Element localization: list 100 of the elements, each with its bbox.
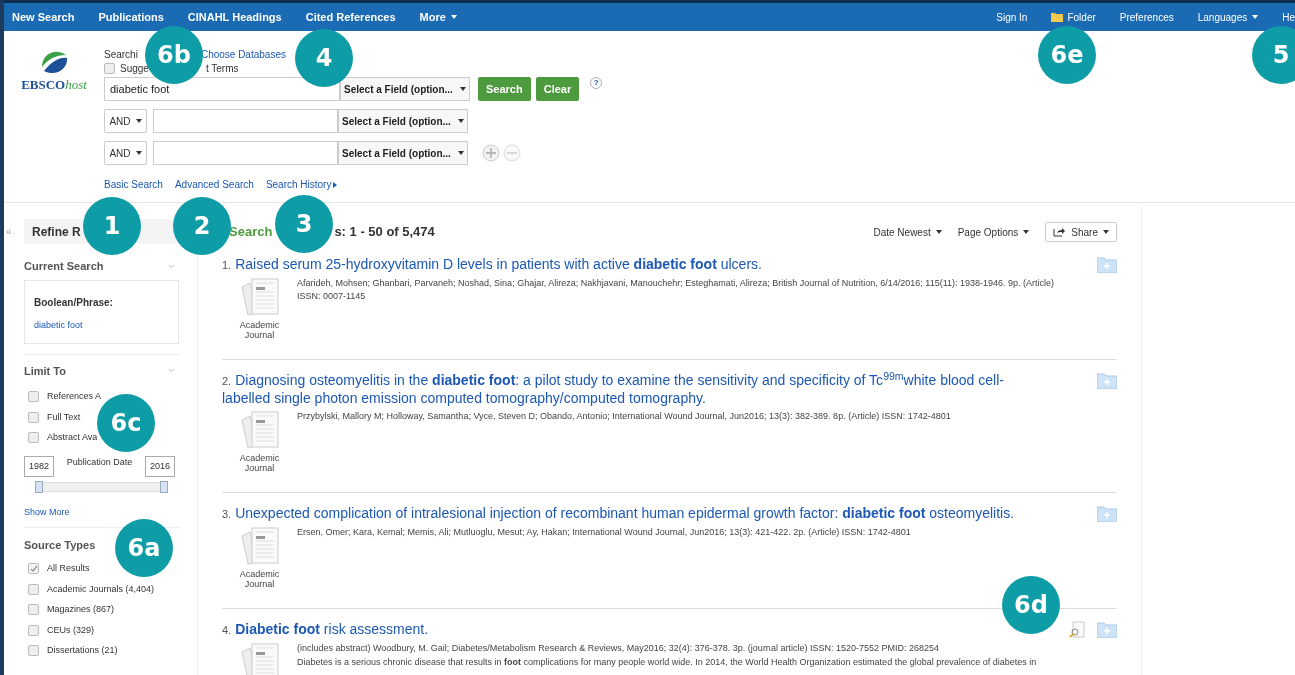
callout-marker: 6a [115,519,173,577]
result-citation: Przybylski, Mallory M; Holloway, Samantha; Vyce, Steven D; Obando, Antonio; International Wound Journal, Jun2016; 13(3): 382-389. 8p. (Article) ISSN: 1742-4801 [297,410,952,423]
document-stack-icon [239,526,280,566]
callout-marker: 6e [1038,26,1096,84]
filter-label: Dissertations (21) [47,644,118,657]
result-citation: Ersen, Omer; Kara, Kemal; Memis, Ali; Mutluoglu, Mesut; Ay, Hakan; International Wound Journal, Jun2016; 13(3): 421-422. 2p. (Article) ISSN: 1742-4801 [297,526,912,539]
caret-icon [1023,230,1030,234]
filter-label: References A [47,390,102,403]
section-heading: Current Search [24,259,104,274]
operator-select[interactable]: AND [104,141,147,165]
add-row-icon[interactable] [482,144,500,162]
date-range-label: Publication Date [66,455,133,469]
checkbox[interactable] [28,432,39,444]
nav-link[interactable]: More [419,8,457,26]
checkbox[interactable] [28,583,39,595]
checkbox[interactable] [28,624,39,636]
share-icon [1053,227,1067,237]
filter-label: Academic Journals (4,404) [47,582,155,596]
publication-type: Academic Journal [238,320,281,340]
search-mode-link[interactable]: Advanced Search [174,177,254,192]
add-to-folder-icon[interactable] [1097,256,1117,273]
date-to-field[interactable]: 2016 [144,455,175,477]
nav-link[interactable]: Publications [98,8,164,26]
callout-marker: 1 [83,197,141,255]
callout-marker: 2 [173,197,231,255]
checkbox[interactable] [28,604,39,616]
checkbox[interactable] [28,411,39,423]
callout-marker: 6d [1002,576,1060,634]
logo-text: EBSCOhost [21,76,87,94]
nav-link[interactable]: Folder [1051,9,1096,25]
publication-type: Academic Journal [238,569,281,589]
caret-icon [458,119,464,123]
operator-select[interactable]: AND [104,109,147,133]
chevron-down-icon[interactable] [168,368,175,374]
nav-link[interactable]: Languages [1197,9,1259,25]
suggest-label: Sugge [120,61,149,76]
filter-label: All Results [47,562,90,575]
result-title[interactable]: 4. Diabetic foot risk assessment. [222,621,429,639]
document-stack-icon [239,410,280,450]
caret-icon [1252,15,1259,19]
result-title[interactable]: 2. Diagnosing osteomyelitis in the diabetic foot: a pilot study to examine the sensitivity and specificity of Tc$^{99m}$white blood cell-labelled single photon emission computed tomography/computed tomography. [222,372,1017,407]
publication-type: Academic Journal [238,453,281,473]
field-select[interactable]: Select a Field (option... [338,109,468,133]
checkmark-icon [29,564,38,573]
caret-icon [135,151,142,155]
checkbox[interactable] [28,563,39,575]
remove-row-icon[interactable] [503,144,521,162]
search-input[interactable] [153,109,338,133]
field-select[interactable]: Select a Field (option... [340,77,470,101]
result-abstract: Diabetes is a serious chronic disease that results in foot complications for many people world wide. In 2014, the World Health Organization estimated the global prevalence of diabetes in [297,657,1038,667]
nav-link[interactable]: Sign In [996,9,1028,25]
nav-link[interactable]: Cited References [305,8,396,26]
suggest-label: t Terms [205,61,239,76]
show-more-link[interactable]: Show More [24,506,179,520]
folder-icon [1051,12,1064,22]
caret-icon [1103,230,1109,234]
slider-handle[interactable] [35,481,43,493]
nav-link[interactable]: He [1282,9,1295,25]
add-to-folder-icon[interactable] [1097,621,1117,638]
checkbox[interactable] [28,391,39,403]
filter-label: Full Text [47,410,81,424]
caret-icon [460,87,466,91]
results-heading: Search [229,223,273,242]
filter-label: Abstract Ava [47,431,98,444]
section-heading: Source Types [24,537,96,553]
callout-marker: 5 [1252,26,1295,84]
add-to-folder-icon[interactable] [1097,505,1117,522]
date-from-field[interactable]: 1982 [24,455,55,477]
filter-label: Magazines (867) [47,603,115,616]
query-label: Boolean/Phrase: [34,295,114,310]
search-mode-link[interactable]: Basic Search [104,177,163,192]
result-citation: (includes abstract) Woodbury, M. Gail; Diabetes/Metabolism Research & Reviews, May2016; 32(4): 376-378. 3p. (journal article) ISSN: 1520-7552 PMID: 268254 [297,642,940,655]
section-heading: Limit To [24,363,66,379]
nav-link[interactable]: Preferences [1119,9,1174,25]
logo-icon [40,49,68,75]
nav-link[interactable]: CINAHL Headings [187,8,282,26]
result-citation: Afarideh, Mohsen; Ghanbari, Parvaneh; Noshad, Sina; Ghajar, Alireza; Nakhjavani, Manouchehr; Esteghamati, Alireza; British Journal of Nutrition, 6/14/2016; 115(11): 1938-1946. 9p. (Article) ISSN: 0007-1145 [297,277,1056,303]
share-button[interactable]: Share [1045,222,1117,242]
result-title[interactable]: 3. Unexpected complication of intralesional injection of recombinant human epidermal growth factor: diabetic foot osteomyelitis. [222,505,1015,523]
magnifier-document-icon[interactable] [1069,621,1085,638]
checkbox[interactable] [28,645,39,657]
result-title[interactable]: 1. Raised serum 25-hydroxyvitamin D levels in patients with active diabetic foot ulcers. [222,256,762,274]
callout-marker: 3 [275,195,333,253]
field-select[interactable]: Select a Field (option... [338,141,468,165]
checkbox[interactable] [104,62,115,74]
nav-link[interactable]: New Search [12,8,75,26]
filter-label: CEUs (329) [47,623,94,637]
searching-label: Searchi [104,47,138,62]
query-link[interactable]: diabetic foot [34,318,169,332]
slider-handle[interactable] [160,481,168,493]
search-input[interactable] [153,141,338,165]
page-options-dropdown[interactable]: Page Options [957,224,1030,240]
chevron-down-icon[interactable] [168,263,175,269]
caret-icon [935,230,942,234]
caret-icon [135,119,142,123]
search-mode-link[interactable]: Search History [265,177,338,192]
results-count: s: 1 - 50 of 5,474 [334,223,435,242]
document-stack-icon [239,277,280,317]
sort-dropdown[interactable]: Date Newest [873,224,942,240]
add-to-folder-icon[interactable] [1097,372,1117,389]
